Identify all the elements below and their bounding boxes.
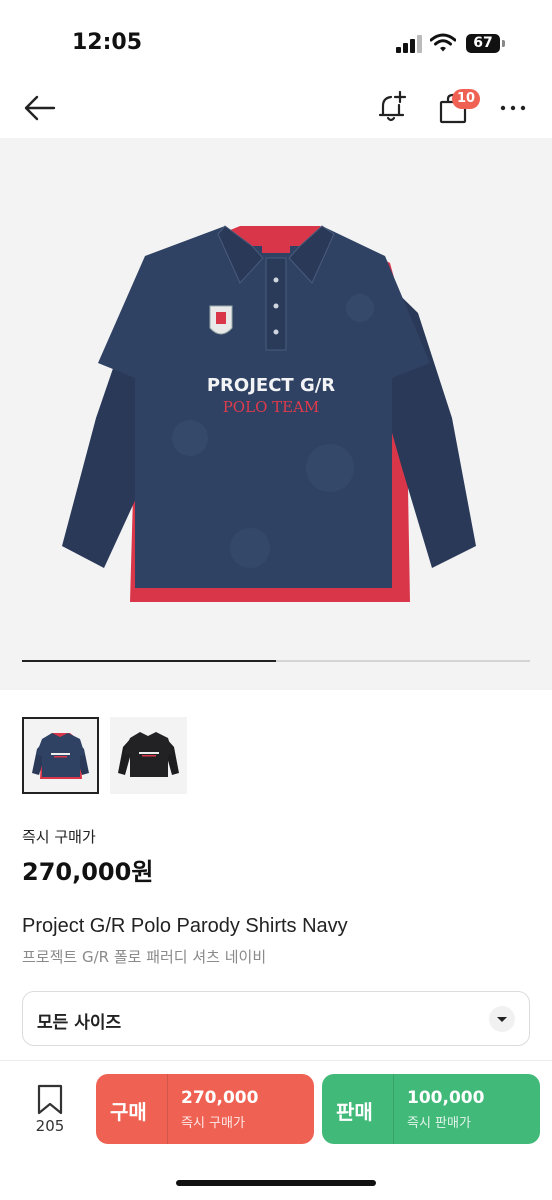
battery-nub — [502, 40, 505, 47]
gallery-progress-fill — [22, 660, 276, 662]
wishlist-button[interactable]: 205 — [26, 1083, 74, 1139]
product-image-gallery[interactable]: PROJECT G/R POLO TEAM — [0, 138, 552, 690]
size-selector[interactable]: 모든 사이즈 — [22, 991, 530, 1046]
back-arrow-icon[interactable] — [22, 92, 58, 124]
cart-count-badge: 10 — [452, 89, 481, 109]
product-image: PROJECT G/R POLO TEAM — [62, 225, 476, 602]
top-navigation: 10 — [0, 80, 552, 136]
bell-plus-icon[interactable] — [376, 90, 410, 124]
buy-button-price: 270,000 — [181, 1088, 259, 1108]
wifi-icon — [430, 33, 456, 52]
product-title-en: Project G/R Polo Parody Shirts Navy — [22, 915, 348, 937]
product-title-ko: 프로젝트 G/R 폴로 패러디 셔츠 네이비 — [22, 948, 267, 966]
wishlist-count: 205 — [35, 1117, 65, 1135]
thumbnail-black-image — [118, 732, 179, 777]
thumbnail-navy[interactable] — [22, 717, 99, 794]
sell-button-price: 100,000 — [407, 1088, 485, 1108]
thumbnail-navy-image — [32, 733, 89, 779]
sell-button-divider — [393, 1074, 394, 1144]
sell-button-label: 판매 — [336, 1100, 373, 1124]
status-bar: 12:05 67 — [0, 0, 552, 80]
price: 270,000원 — [22, 858, 154, 886]
status-time: 12:05 — [72, 30, 143, 55]
home-indicator[interactable] — [176, 1180, 376, 1186]
shirt-print-bottom: POLO TEAM — [223, 398, 320, 416]
more-icon[interactable] — [498, 94, 528, 122]
bottom-action-bar: 205 구매 270,000 즉시 구매가 판매 100,000 즉시 판매가 — [0, 1060, 552, 1200]
sell-button-subtitle: 즉시 판매가 — [407, 1116, 471, 1131]
buy-button-label: 구매 — [110, 1100, 147, 1124]
size-selector-label: 모든 사이즈 — [37, 1013, 122, 1033]
gallery-progress — [22, 660, 530, 662]
sell-button[interactable]: 판매 100,000 즉시 판매가 — [322, 1074, 540, 1144]
buy-button[interactable]: 구매 270,000 즉시 구매가 — [96, 1074, 314, 1144]
buy-button-subtitle: 즉시 구매가 — [181, 1116, 245, 1131]
chevron-down-icon — [489, 1006, 515, 1032]
thumbnail-black[interactable] — [110, 717, 187, 794]
battery-indicator: 67 — [466, 34, 500, 53]
price-label: 즉시 구매가 — [22, 828, 96, 846]
bookmark-icon — [37, 1084, 63, 1115]
buy-button-divider — [167, 1074, 168, 1144]
signal-icon — [396, 35, 422, 53]
shirt-print-top: PROJECT G/R — [207, 375, 335, 396]
